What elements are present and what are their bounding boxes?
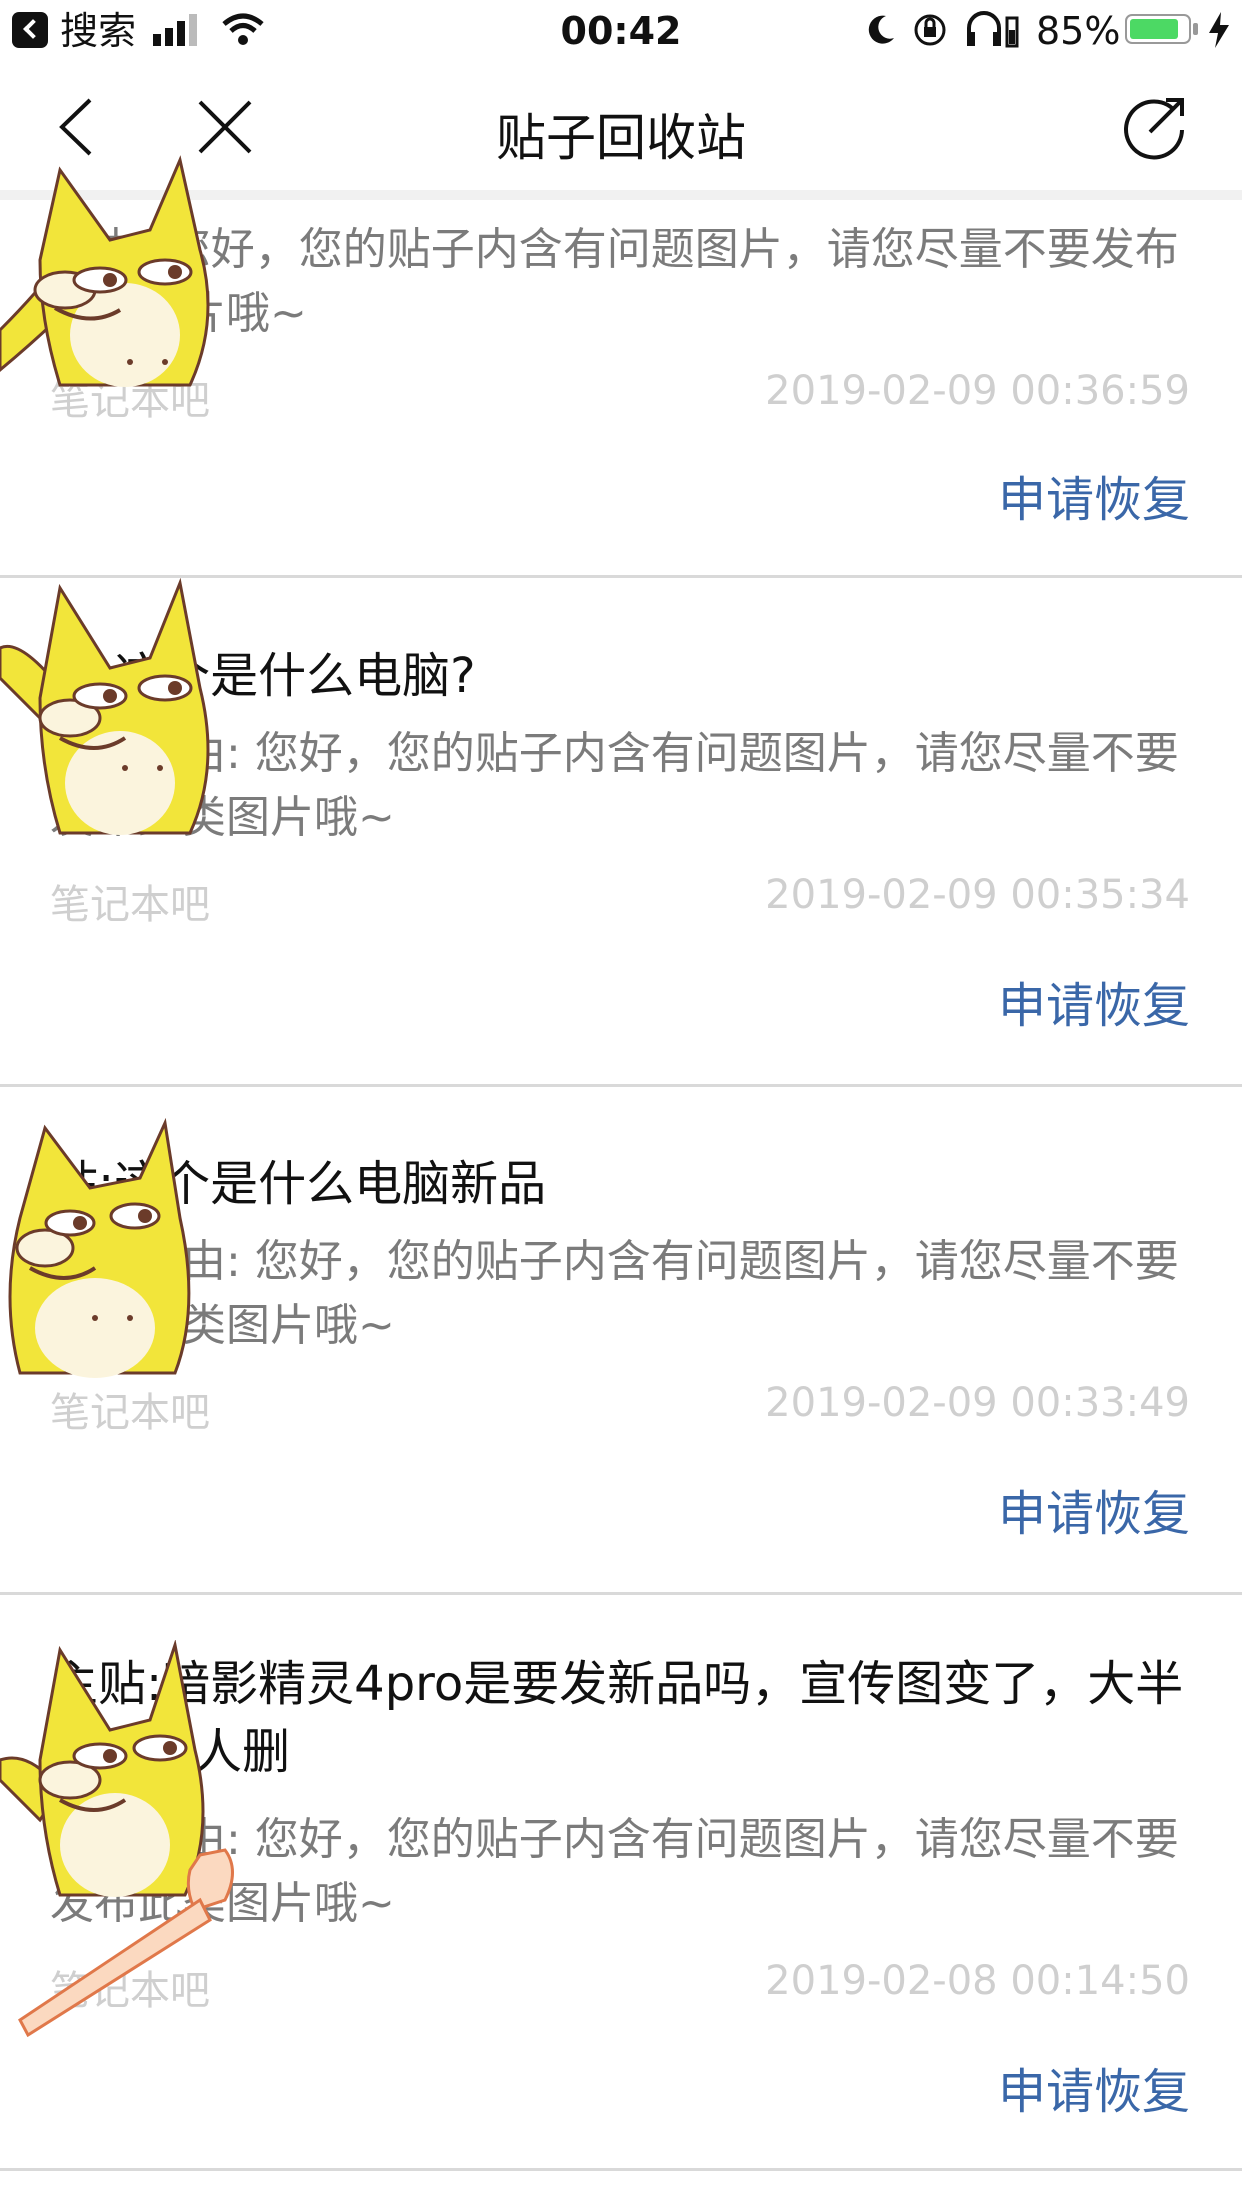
post-timestamp: 2019-02-09 00:36:59 bbox=[765, 368, 1190, 414]
headphones-battery-icon bbox=[967, 11, 1019, 48]
restore-button[interactable]: 申请恢复 bbox=[998, 966, 1190, 1036]
doge-sticker-image bbox=[0, 155, 210, 387]
post-title[interactable]: 贴:这个是什么电脑新品 bbox=[50, 1150, 1190, 1218]
forum-name[interactable]: 笔记本吧 bbox=[50, 872, 210, 930]
delete-reason: 删除理由: 您好，您的贴子内含有问题图片，请您尽量不要发布此类图片哦~ bbox=[50, 1236, 1179, 1351]
post-timestamp: 2019-02-09 00:35:34 bbox=[765, 872, 1190, 918]
status-bar: 搜索 00:42 85% bbox=[0, 0, 1242, 62]
restore-button[interactable]: 申请恢复 bbox=[998, 460, 1190, 530]
post-timestamp: 2019-02-08 00:14:50 bbox=[765, 1958, 1190, 2004]
card-divider bbox=[0, 1592, 1242, 1595]
battery-percent: 85% bbox=[1036, 9, 1121, 53]
battery-cap bbox=[1193, 23, 1198, 35]
rotation-lock-icon bbox=[914, 14, 946, 46]
restore-button[interactable]: 申请恢复 bbox=[998, 1474, 1190, 1544]
battery-fill bbox=[1130, 19, 1178, 39]
refresh-share-icon[interactable] bbox=[1120, 92, 1190, 162]
post-timestamp: 2019-02-09 00:33:49 bbox=[765, 1380, 1190, 1426]
card-divider bbox=[0, 2168, 1242, 2171]
battery-icon bbox=[1125, 14, 1191, 44]
forum-name[interactable]: 笔记本吧 bbox=[50, 1380, 210, 1438]
card-divider bbox=[0, 1084, 1242, 1087]
doge-sticker-image bbox=[8, 1118, 191, 1378]
do-not-disturb-moon-icon bbox=[868, 15, 894, 44]
restore-button[interactable]: 申请恢复 bbox=[998, 2052, 1190, 2122]
doge-sticker-image bbox=[0, 578, 210, 835]
doge-sticker-image bbox=[0, 1640, 234, 2038]
charging-bolt-icon bbox=[1209, 12, 1229, 48]
